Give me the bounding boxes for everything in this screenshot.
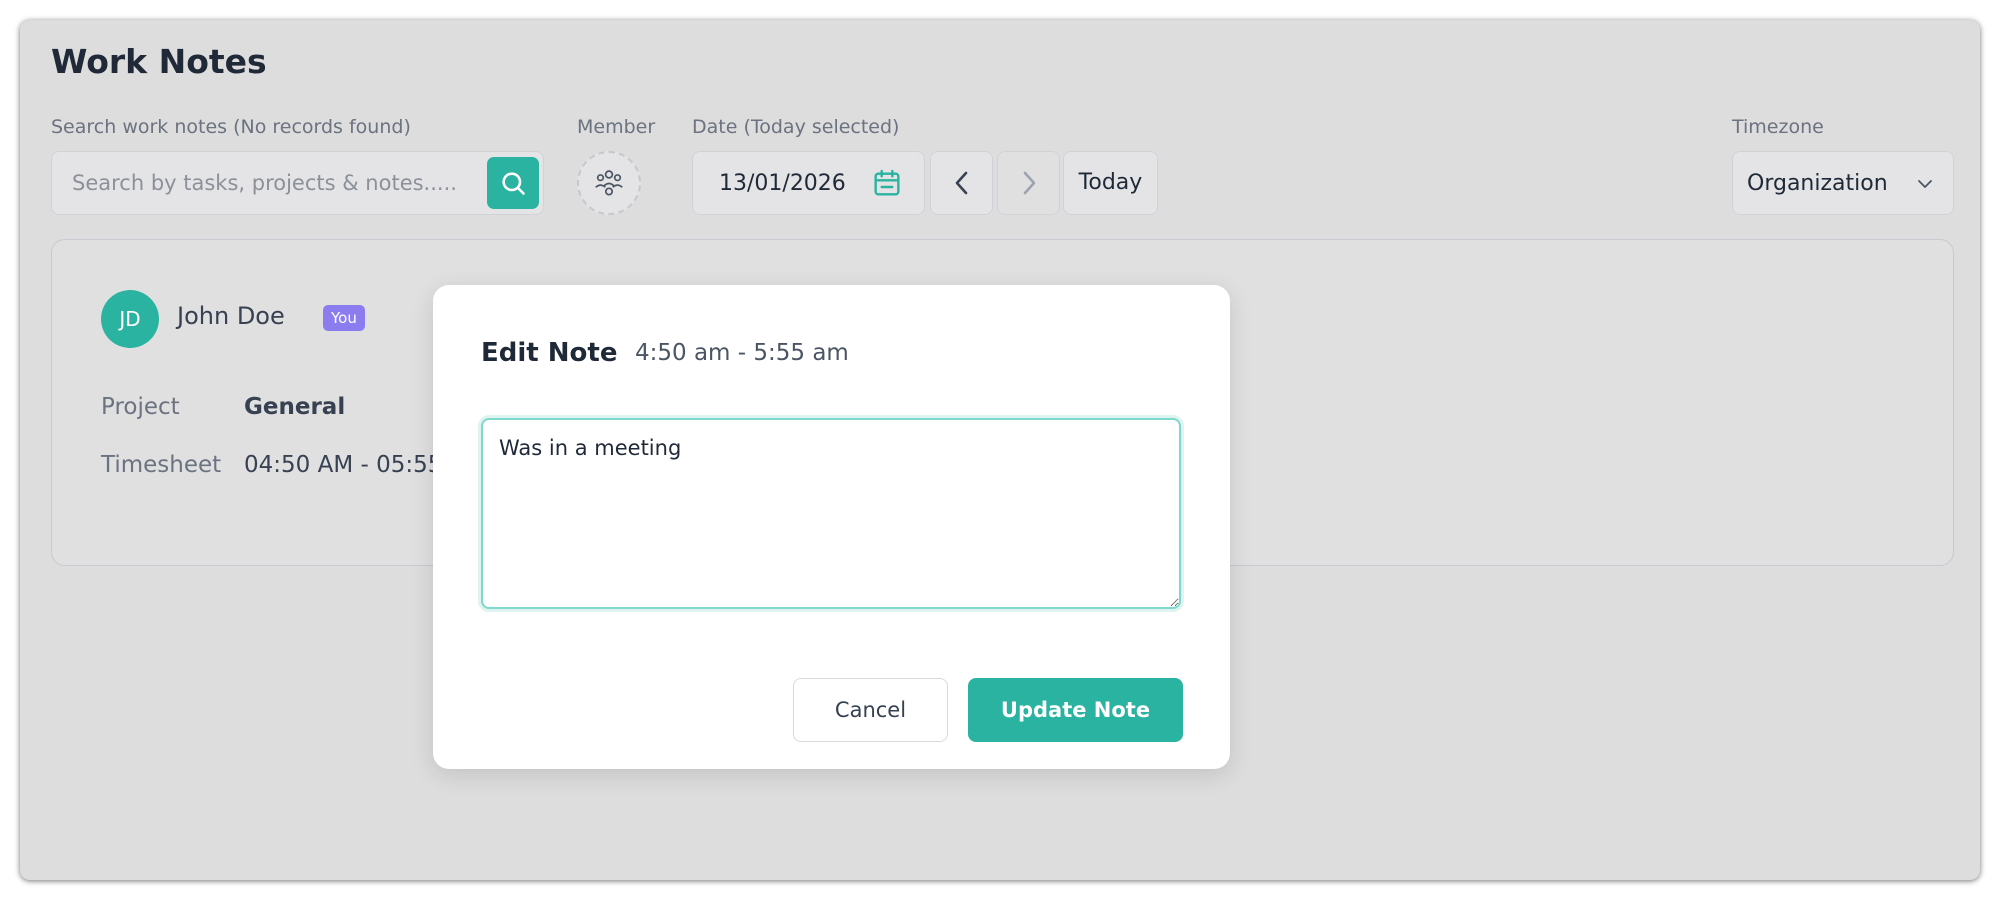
timesheet-label: Timesheet [101,452,222,478]
update-note-button[interactable]: Update Note [968,678,1183,742]
project-value: General [244,394,346,420]
timezone-value: Organization [1747,171,1888,196]
member-selector-button[interactable] [577,151,641,215]
member-label: Member [577,116,656,138]
chevron-right-icon [1023,171,1035,195]
user-name: John Doe [177,302,285,330]
chevron-left-icon [955,171,967,195]
timesheet-value: 04:50 AM - 05:55 [244,452,443,478]
timezone-select[interactable]: Organization [1732,151,1954,215]
calendar-icon[interactable] [871,167,903,199]
previous-day-button[interactable] [930,151,993,215]
modal-title: Edit Note [481,338,618,368]
timezone-label: Timezone [1732,116,1824,138]
search-input[interactable] [52,152,472,214]
date-label: Date (Today selected) [692,116,900,138]
users-icon [595,170,623,196]
page-title: Work Notes [51,42,267,81]
today-button[interactable]: Today [1063,151,1158,215]
you-badge: You [323,305,365,331]
search-box [51,151,544,215]
avatar: JD [101,290,159,348]
project-label: Project [101,394,180,420]
work-notes-window: Work Notes Search work notes (No records… [20,20,1980,880]
edit-note-modal: Edit Note 4:50 am - 5:55 am Was in a mee… [433,285,1230,769]
date-picker[interactable]: 13/01/2026 [692,151,925,215]
next-day-button[interactable] [997,151,1060,215]
cancel-button[interactable]: Cancel [793,678,948,742]
date-value: 13/01/2026 [719,171,846,196]
search-button[interactable] [487,157,539,209]
note-textarea[interactable]: Was in a meeting [481,418,1181,609]
search-label: Search work notes (No records found) [51,116,411,138]
modal-time-range: 4:50 am - 5:55 am [635,340,849,366]
search-icon [502,172,525,195]
chevron-down-icon [1918,180,1932,188]
